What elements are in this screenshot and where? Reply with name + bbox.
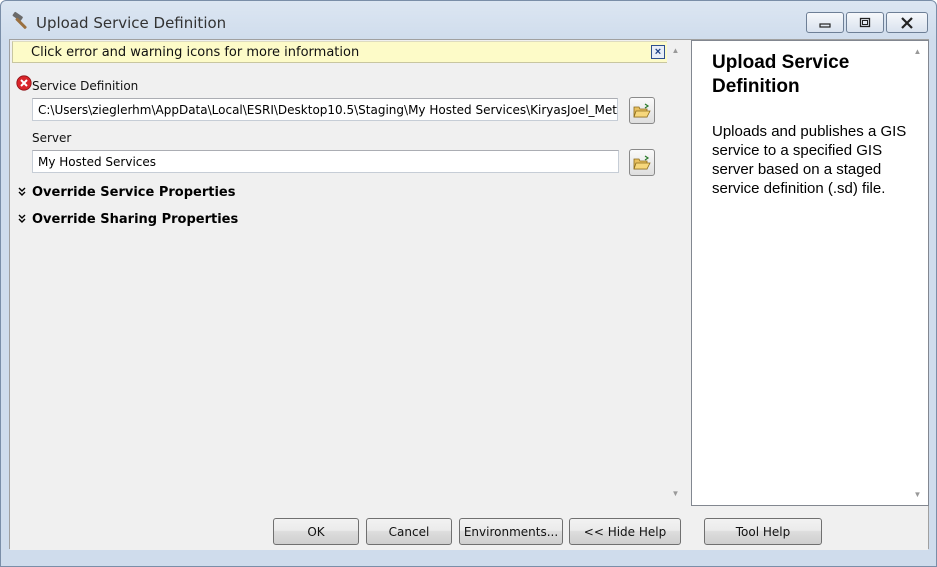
open-folder-icon <box>633 103 651 117</box>
parameters-pane: Click error and warning icons for more i… <box>12 41 679 505</box>
scroll-up-arrow-icon[interactable]: ▲ <box>667 42 684 59</box>
hammer-icon <box>12 11 27 29</box>
scroll-down-arrow-icon[interactable]: ▼ <box>909 486 926 503</box>
ok-button[interactable]: OK <box>273 518 359 545</box>
service-definition-browse-button[interactable] <box>629 97 655 124</box>
server-input[interactable]: My Hosted Services <box>32 150 619 173</box>
service-definition-label: Service Definition <box>32 79 139 93</box>
section-label: Override Sharing Properties <box>32 212 239 227</box>
environments-button[interactable]: Environments... <box>459 518 563 545</box>
minimize-button[interactable] <box>806 12 844 33</box>
help-scrollbar[interactable]: ▲ ▼ <box>909 41 926 505</box>
minimize-icon <box>819 22 831 28</box>
scroll-up-arrow-icon[interactable]: ▲ <box>909 43 926 60</box>
server-label: Server <box>32 131 72 145</box>
override-service-properties-toggle[interactable]: Override Service Properties <box>18 185 235 200</box>
service-definition-input[interactable]: C:\Users\zieglerhm\AppData\Local\ESRI\De… <box>32 98 618 121</box>
close-button[interactable] <box>886 12 928 33</box>
override-sharing-properties-toggle[interactable]: Override Sharing Properties <box>18 212 238 227</box>
button-row: OK Cancel Environments... << Hide Help T… <box>10 506 928 550</box>
help-pane: Upload Service Definition Uploads and pu… <box>691 40 929 506</box>
cancel-button[interactable]: Cancel <box>366 518 452 545</box>
message-bar-close-button[interactable]: × <box>651 45 665 59</box>
window-title: Upload Service Definition <box>36 14 227 32</box>
tool-dialog-window: Upload Service Definition Click error an… <box>0 0 937 567</box>
double-chevron-down-icon <box>18 187 32 198</box>
close-icon <box>901 16 913 29</box>
hide-help-button[interactable]: << Hide Help <box>569 518 681 545</box>
help-title: Upload Service Definition <box>712 52 850 97</box>
message-bar: Click error and warning icons for more i… <box>12 41 669 63</box>
tool-help-button[interactable]: Tool Help <box>704 518 822 545</box>
help-description: Uploads and publishes a GIS service to a… <box>712 123 907 197</box>
parameters-scrollbar[interactable]: ▲ ▼ <box>667 40 684 504</box>
message-bar-text: Click error and warning icons for more i… <box>31 45 360 60</box>
open-folder-icon <box>633 155 651 169</box>
section-label: Override Service Properties <box>32 185 236 200</box>
double-chevron-down-icon <box>18 214 32 225</box>
scroll-down-arrow-icon[interactable]: ▼ <box>667 485 684 502</box>
server-browse-button[interactable] <box>629 149 655 176</box>
error-icon[interactable] <box>16 75 32 91</box>
maximize-icon <box>859 17 871 28</box>
dialog-client-area: Click error and warning icons for more i… <box>9 39 929 550</box>
title-bar[interactable]: Upload Service Definition <box>1 1 936 39</box>
maximize-button[interactable] <box>846 12 884 33</box>
